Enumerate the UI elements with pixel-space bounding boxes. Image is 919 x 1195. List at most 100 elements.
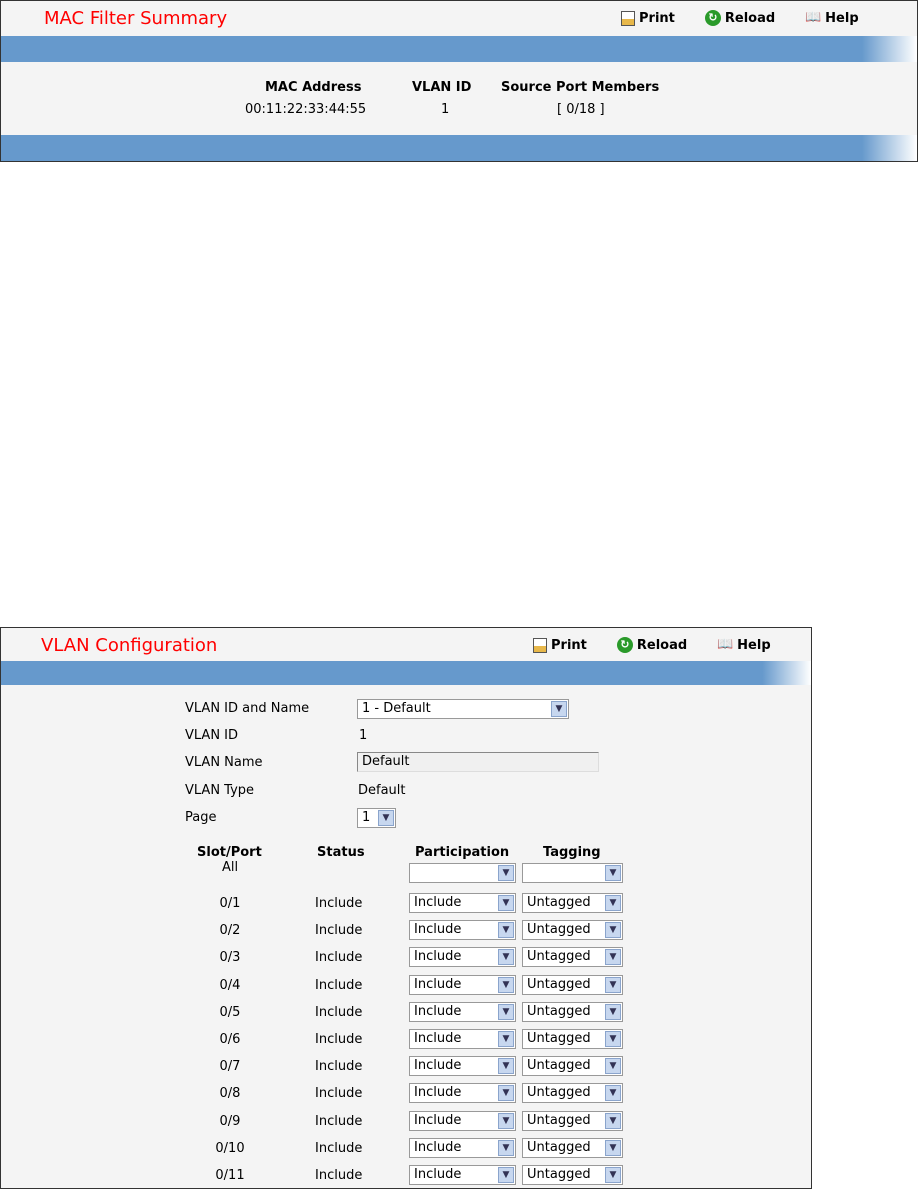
chevron-down-icon: ▼ [605, 1003, 621, 1020]
participation-value: Include [414, 1003, 462, 1019]
mac-filter-summary-panel: MAC Filter Summary Print ↻ Reload 📖 Help M… [0, 0, 918, 162]
tagging-select[interactable]: ▼ [522, 863, 623, 883]
slot-port: 0/4 [219, 977, 241, 993]
table-row: 0/9 Include Include ▼ Untagged ▼ [1, 1110, 812, 1141]
col-tagging: Tagging [543, 845, 601, 860]
status: Include [315, 1004, 363, 1020]
vlan-type-value: Default [358, 783, 406, 798]
tagging-select[interactable]: Untagged ▼ [522, 1165, 623, 1185]
tagging-select[interactable]: Untagged ▼ [522, 974, 623, 995]
status: Include [315, 1113, 363, 1129]
tagging-value: Untagged [527, 1031, 591, 1046]
slot-port: 0/9 [219, 1113, 241, 1129]
page-title: VLAN Configuration [41, 635, 218, 656]
chevron-down-icon: ▼ [498, 865, 514, 881]
participation-select[interactable]: Include ▼ [409, 974, 516, 995]
toolbar: Print ↻ Reload 📖 Help [621, 10, 859, 26]
vlan-id-name-select[interactable]: 1 - Default ▼ [357, 699, 569, 719]
vlan-type-label: VLAN Type [185, 783, 255, 798]
help-button[interactable]: 📖 Help [805, 10, 858, 26]
table-row: 0/8 Include Include ▼ Untagged ▼ [1, 1083, 812, 1113]
printer-icon [533, 637, 547, 653]
tagging-select[interactable]: Untagged ▼ [522, 1083, 623, 1104]
tagging-value: Untagged [527, 949, 591, 965]
tagging-select[interactable]: Untagged ▼ [522, 1137, 623, 1158]
vlan-name-input[interactable]: Default [357, 752, 599, 772]
chevron-down-icon: ▼ [605, 1058, 621, 1075]
tagging-select[interactable]: Untagged ▼ [522, 1110, 623, 1131]
participation-select[interactable]: Include ▼ [409, 947, 516, 968]
table-row: 0/10 Include Include ▼ Untagged ▼ [1, 1137, 812, 1168]
col-vlan-id: VLAN ID [412, 80, 472, 95]
chevron-down-icon: ▼ [498, 1167, 514, 1183]
chevron-down-icon: ▼ [498, 1058, 514, 1075]
table-row: 0/1 Include Include ▼ Untagged ▼ [1, 893, 812, 923]
help-button[interactable]: 📖 Help [717, 637, 770, 653]
tagging-value: Untagged [527, 922, 591, 938]
chevron-down-icon: ▼ [605, 1139, 621, 1156]
page-value: 1 [362, 810, 371, 825]
chevron-down-icon: ▼ [605, 1112, 621, 1129]
table-row: 0/5 Include Include ▼ Untagged ▼ [1, 1001, 812, 1032]
participation-value: Include [414, 1167, 462, 1182]
reload-icon: ↻ [616, 637, 633, 653]
slot-port: 0/7 [219, 1059, 241, 1075]
participation-value: Include [414, 949, 462, 965]
participation-select[interactable]: Include ▼ [409, 893, 516, 913]
participation-select[interactable]: ▼ [409, 863, 516, 883]
page-select[interactable]: 1 ▼ [357, 808, 396, 828]
participation-select[interactable]: Include ▼ [409, 1165, 516, 1185]
print-button[interactable]: Print [533, 637, 587, 653]
participation-value: Include [414, 1058, 462, 1074]
chevron-down-icon: ▼ [498, 1112, 514, 1129]
reload-button[interactable]: ↻ Reload [704, 10, 775, 26]
col-participation: Participation [415, 845, 510, 860]
tagging-select[interactable]: Untagged ▼ [522, 1029, 623, 1049]
tagging-value: Untagged [527, 1139, 591, 1155]
participation-value: Include [414, 1031, 462, 1046]
participation-select[interactable]: Include ▼ [409, 920, 516, 941]
tagging-value: Untagged [527, 1003, 591, 1019]
table-row: 0/7 Include Include ▼ Untagged ▼ [1, 1056, 812, 1086]
chevron-down-icon: ▼ [551, 701, 567, 717]
chevron-down-icon: ▼ [605, 1031, 621, 1047]
tagging-select[interactable]: Untagged ▼ [522, 1001, 623, 1022]
print-button[interactable]: Print [621, 10, 675, 26]
reload-button[interactable]: ↻ Reload [616, 637, 687, 653]
vlan-id-name-value: 1 - Default [362, 701, 431, 716]
participation-select[interactable]: Include ▼ [409, 1029, 516, 1049]
chevron-down-icon: ▼ [498, 1031, 514, 1047]
participation-value: Include [414, 895, 462, 910]
participation-select[interactable]: Include ▼ [409, 1083, 516, 1104]
participation-select[interactable]: Include ▼ [409, 1110, 516, 1131]
participation-select[interactable]: Include ▼ [409, 1056, 516, 1077]
col-source-port-members: Source Port Members [501, 80, 660, 95]
table-row: 0/6 Include Include ▼ Untagged ▼ [1, 1029, 812, 1059]
participation-value: Include [414, 976, 462, 992]
chevron-down-icon: ▼ [605, 1167, 621, 1183]
status: Include [315, 1140, 363, 1156]
page-label: Page [185, 810, 217, 825]
reload-icon: ↻ [704, 10, 721, 26]
chevron-down-icon: ▼ [378, 810, 394, 826]
help-label: Help [737, 637, 771, 653]
slot-port: 0/11 [215, 1168, 245, 1183]
chevron-down-icon: ▼ [498, 976, 514, 993]
book-icon: 📖 [717, 637, 734, 652]
participation-select[interactable]: Include ▼ [409, 1001, 516, 1022]
participation-value: Include [414, 1112, 462, 1128]
col-mac-address: MAC Address [265, 80, 362, 95]
vlan-name-value: Default [362, 754, 410, 769]
participation-select[interactable]: Include ▼ [409, 1137, 516, 1158]
table-row: 0/4 Include Include ▼ Untagged ▼ [1, 974, 812, 1005]
status: Include [315, 923, 363, 939]
tagging-value: Untagged [527, 1167, 591, 1182]
tagging-select[interactable]: Untagged ▼ [522, 1056, 623, 1077]
tagging-select[interactable]: Untagged ▼ [522, 920, 623, 941]
slot-port: 0/8 [219, 1086, 241, 1102]
vlan-id-label: VLAN ID [185, 728, 239, 743]
table-row: All ▼ ▼ [1, 860, 812, 893]
tagging-select[interactable]: Untagged ▼ [522, 893, 623, 913]
tagging-select[interactable]: Untagged ▼ [522, 947, 623, 968]
table-row: 0/11 Include Include ▼ Untagged ▼ [1, 1165, 812, 1195]
